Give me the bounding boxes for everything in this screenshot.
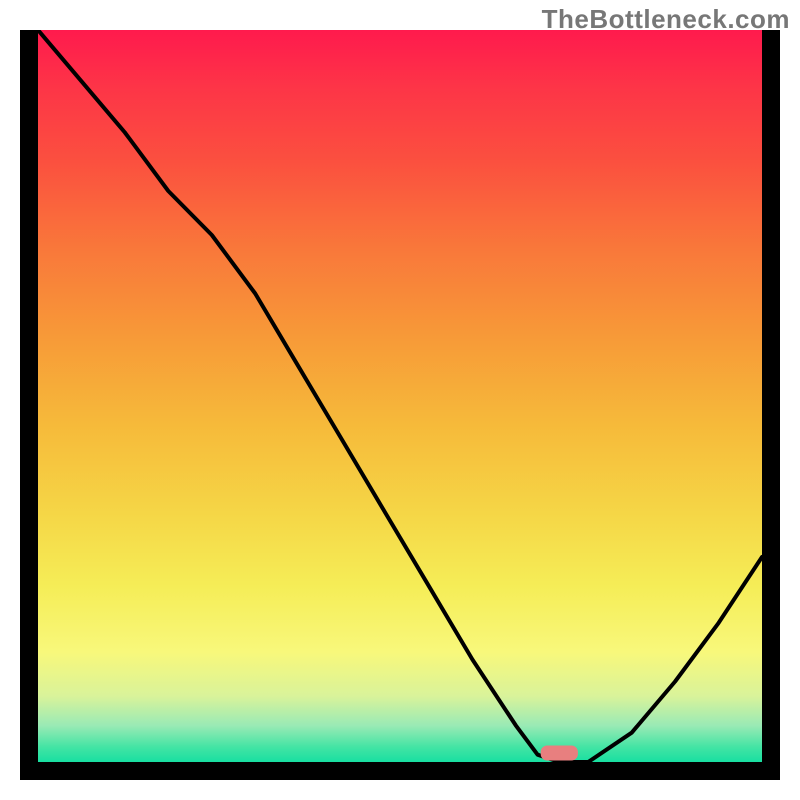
bottleneck-plot — [20, 30, 780, 780]
optimal-marker — [541, 746, 577, 760]
bottleneck-curve — [38, 30, 762, 762]
plot-svg — [38, 30, 762, 762]
chart-frame: TheBottleneck.com — [0, 0, 800, 800]
